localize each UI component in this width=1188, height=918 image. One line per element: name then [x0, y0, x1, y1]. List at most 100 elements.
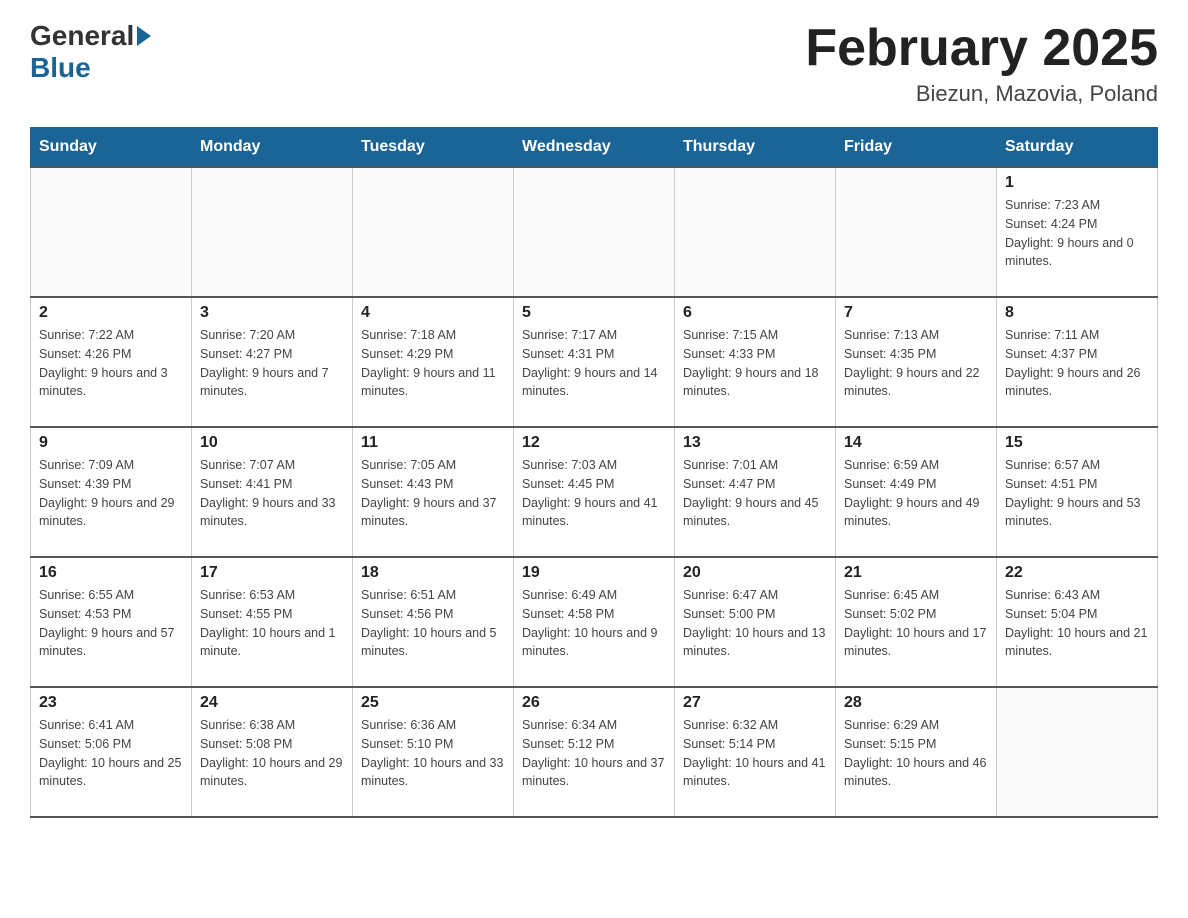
calendar-cell: 10Sunrise: 7:07 AM Sunset: 4:41 PM Dayli…: [192, 427, 353, 557]
day-number: 19: [522, 564, 666, 582]
day-number: 7: [844, 304, 988, 322]
day-info: Sunrise: 7:23 AM Sunset: 4:24 PM Dayligh…: [1005, 196, 1149, 271]
day-info: Sunrise: 6:47 AM Sunset: 5:00 PM Dayligh…: [683, 586, 827, 661]
day-number: 8: [1005, 304, 1149, 322]
weekday-header-sunday: Sunday: [31, 128, 192, 168]
calendar-cell: 25 Sunrise: 6:36 AM Sunset: 5:10 PM Dayli…: [353, 687, 514, 817]
weekday-header-thursday: Thursday: [675, 128, 836, 168]
calendar-cell: 22 Sunrise: 6:43 AM Sunset: 5:04 PM Dayli…: [997, 557, 1158, 687]
day-info: Sunrise: 7:03 AM Sunset: 4:45 PM Dayligh…: [522, 456, 666, 531]
calendar-cell: [31, 167, 192, 297]
calendar-cell: 28 Sunrise: 6:29 AM Sunset: 5:15 PM Dayli…: [836, 687, 997, 817]
day-info: Sunrise: 6:29 AM Sunset: 5:15 PM Dayligh…: [844, 716, 988, 791]
calendar-cell: 23 Sunrise: 6:41 AM Sunset: 5:06 PM Dayli…: [31, 687, 192, 817]
day-number: 20: [683, 564, 827, 582]
logo-arrow-icon: [137, 26, 151, 46]
day-number: 21: [844, 564, 988, 582]
calendar-cell: 15 Sunrise: 6:57 AM Sunset: 4:51 PM Dayli…: [997, 427, 1158, 557]
day-number: 6: [683, 304, 827, 322]
day-number: 26: [522, 694, 666, 712]
day-number: 9: [39, 434, 183, 452]
logo: General Blue: [30, 20, 154, 84]
calendar-cell: 3Sunrise: 7:20 AM Sunset: 4:27 PM Daylig…: [192, 297, 353, 427]
logo-blue-text: Blue: [30, 52, 91, 84]
calendar-cell: 20 Sunrise: 6:47 AM Sunset: 5:00 PM Dayli…: [675, 557, 836, 687]
day-number: 2: [39, 304, 183, 322]
day-number: 11: [361, 434, 505, 452]
day-info: Sunrise: 7:09 AM Sunset: 4:39 PM Dayligh…: [39, 456, 183, 531]
day-info: Sunrise: 7:15 AM Sunset: 4:33 PM Dayligh…: [683, 326, 827, 401]
day-number: 15: [1005, 434, 1149, 452]
calendar-cell: [192, 167, 353, 297]
day-number: 1: [1005, 174, 1149, 192]
calendar-cell: 12 Sunrise: 7:03 AM Sunset: 4:45 PM Dayli…: [514, 427, 675, 557]
weekday-header-tuesday: Tuesday: [353, 128, 514, 168]
week-row-5: 23 Sunrise: 6:41 AM Sunset: 5:06 PM Dayli…: [31, 687, 1158, 817]
calendar-cell: 14 Sunrise: 6:59 AM Sunset: 4:49 PM Dayli…: [836, 427, 997, 557]
calendar-cell: 6 Sunrise: 7:15 AM Sunset: 4:33 PM Daylig…: [675, 297, 836, 427]
calendar-cell: 21 Sunrise: 6:45 AM Sunset: 5:02 PM Dayli…: [836, 557, 997, 687]
day-number: 3: [200, 304, 344, 322]
day-info: Sunrise: 6:34 AM Sunset: 5:12 PM Dayligh…: [522, 716, 666, 791]
calendar-cell: [353, 167, 514, 297]
day-info: Sunrise: 6:38 AM Sunset: 5:08 PM Dayligh…: [200, 716, 344, 791]
calendar-cell: [675, 167, 836, 297]
day-number: 24: [200, 694, 344, 712]
day-number: 16: [39, 564, 183, 582]
calendar-cell: 1 Sunrise: 7:23 AM Sunset: 4:24 PM Daylig…: [997, 167, 1158, 297]
day-info: Sunrise: 6:43 AM Sunset: 5:04 PM Dayligh…: [1005, 586, 1149, 661]
calendar-cell: 19Sunrise: 6:49 AM Sunset: 4:58 PM Dayli…: [514, 557, 675, 687]
day-number: 17: [200, 564, 344, 582]
day-info: Sunrise: 6:32 AM Sunset: 5:14 PM Dayligh…: [683, 716, 827, 791]
calendar-cell: 24 Sunrise: 6:38 AM Sunset: 5:08 PM Dayli…: [192, 687, 353, 817]
day-info: Sunrise: 6:45 AM Sunset: 5:02 PM Dayligh…: [844, 586, 988, 661]
day-number: 22: [1005, 564, 1149, 582]
weekday-header-friday: Friday: [836, 128, 997, 168]
week-row-2: 2 Sunrise: 7:22 AM Sunset: 4:26 PM Daylig…: [31, 297, 1158, 427]
day-info: Sunrise: 6:36 AM Sunset: 5:10 PM Dayligh…: [361, 716, 505, 791]
calendar-cell: 13 Sunrise: 7:01 AM Sunset: 4:47 PM Dayli…: [675, 427, 836, 557]
day-info: Sunrise: 6:55 AM Sunset: 4:53 PM Dayligh…: [39, 586, 183, 661]
day-number: 12: [522, 434, 666, 452]
calendar-cell: 4Sunrise: 7:18 AM Sunset: 4:29 PM Daylig…: [353, 297, 514, 427]
day-number: 25: [361, 694, 505, 712]
calendar-cell: [836, 167, 997, 297]
day-number: 14: [844, 434, 988, 452]
calendar-cell: 26 Sunrise: 6:34 AM Sunset: 5:12 PM Dayli…: [514, 687, 675, 817]
calendar-cell: 16 Sunrise: 6:55 AM Sunset: 4:53 PM Dayli…: [31, 557, 192, 687]
weekday-header-monday: Monday: [192, 128, 353, 168]
day-number: 4: [361, 304, 505, 322]
day-info: Sunrise: 7:01 AM Sunset: 4:47 PM Dayligh…: [683, 456, 827, 531]
day-number: 10: [200, 434, 344, 452]
day-info: Sunrise: 7:22 AM Sunset: 4:26 PM Dayligh…: [39, 326, 183, 401]
logo-general-text: General: [30, 20, 134, 52]
calendar-cell: 5 Sunrise: 7:17 AM Sunset: 4:31 PM Daylig…: [514, 297, 675, 427]
day-info: Sunrise: 7:13 AM Sunset: 4:35 PM Dayligh…: [844, 326, 988, 401]
calendar-cell: 18Sunrise: 6:51 AM Sunset: 4:56 PM Dayli…: [353, 557, 514, 687]
weekday-header-saturday: Saturday: [997, 128, 1158, 168]
day-number: 23: [39, 694, 183, 712]
calendar-cell: 7 Sunrise: 7:13 AM Sunset: 4:35 PM Daylig…: [836, 297, 997, 427]
calendar-cell: 11 Sunrise: 7:05 AM Sunset: 4:43 PM Dayli…: [353, 427, 514, 557]
calendar-cell: [514, 167, 675, 297]
calendar-cell: 27 Sunrise: 6:32 AM Sunset: 5:14 PM Dayli…: [675, 687, 836, 817]
day-number: 18: [361, 564, 505, 582]
day-number: 27: [683, 694, 827, 712]
calendar-cell: 9 Sunrise: 7:09 AM Sunset: 4:39 PM Daylig…: [31, 427, 192, 557]
day-info: Sunrise: 7:05 AM Sunset: 4:43 PM Dayligh…: [361, 456, 505, 531]
day-info: Sunrise: 6:57 AM Sunset: 4:51 PM Dayligh…: [1005, 456, 1149, 531]
calendar-cell: 8 Sunrise: 7:11 AM Sunset: 4:37 PM Daylig…: [997, 297, 1158, 427]
title-block: February 2025 Biezun, Mazovia, Poland: [805, 20, 1158, 107]
day-number: 13: [683, 434, 827, 452]
day-number: 28: [844, 694, 988, 712]
week-row-4: 16 Sunrise: 6:55 AM Sunset: 4:53 PM Dayli…: [31, 557, 1158, 687]
weekday-header-row: SundayMondayTuesdayWednesdayThursdayFrid…: [31, 128, 1158, 168]
calendar-cell: [997, 687, 1158, 817]
day-info: Sunrise: 7:17 AM Sunset: 4:31 PM Dayligh…: [522, 326, 666, 401]
day-info: Sunrise: 6:59 AM Sunset: 4:49 PM Dayligh…: [844, 456, 988, 531]
day-number: 5: [522, 304, 666, 322]
day-info: Sunrise: 7:11 AM Sunset: 4:37 PM Dayligh…: [1005, 326, 1149, 401]
calendar-table: SundayMondayTuesdayWednesdayThursdayFrid…: [30, 127, 1158, 818]
day-info: Sunrise: 6:41 AM Sunset: 5:06 PM Dayligh…: [39, 716, 183, 791]
day-info: Sunrise: 6:53 AM Sunset: 4:55 PM Dayligh…: [200, 586, 344, 661]
